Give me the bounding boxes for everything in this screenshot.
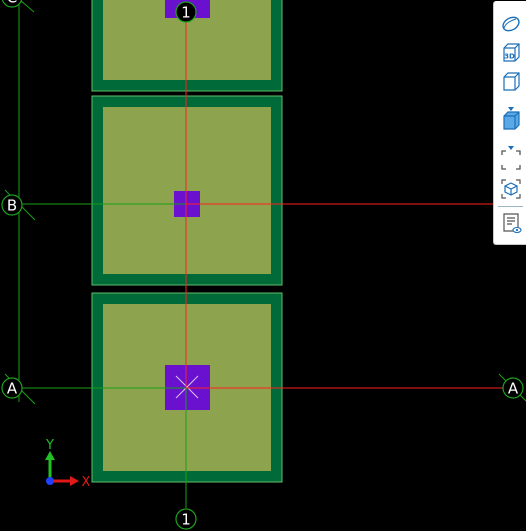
axis-a-left-bubble[interactable]: A <box>1 377 23 399</box>
view-cube-dropdown-chevron-down-icon[interactable] <box>507 97 515 111</box>
toolbar-divider <box>498 206 523 207</box>
ucs-y-label: Y <box>45 438 54 453</box>
view-toolbar: 3D <box>493 1 526 245</box>
footing-middle[interactable] <box>91 95 283 286</box>
3d-view-label: 3D <box>504 53 515 61</box>
axis-a-right-bubble[interactable]: A <box>502 377 524 399</box>
axis-b-left-bubble[interactable]: B <box>1 194 23 216</box>
orbit-icon[interactable] <box>497 11 525 37</box>
axis-a-left-label: A <box>7 380 18 398</box>
drawing-viewport[interactable]: 1 1 B A A C Y X <box>0 0 526 531</box>
view-cube-icon[interactable] <box>497 69 525 95</box>
axis-b-left-label: B <box>7 197 17 215</box>
axis-1-bottom-label: 1 <box>181 511 191 529</box>
shaded-box-dropdown-chevron-down-icon[interactable] <box>507 136 515 150</box>
zoom-extents-icon[interactable] <box>497 147 525 173</box>
axis-1-bottom-bubble[interactable]: 1 <box>175 508 197 530</box>
axis-a-right-label: A <box>508 380 519 398</box>
isolate-object-icon[interactable] <box>497 176 525 202</box>
axis-1-top-label: 1 <box>181 4 191 22</box>
properties-view-icon[interactable] <box>497 211 525 237</box>
axis-1-top-bubble[interactable]: 1 <box>175 1 197 23</box>
shaded-box-icon[interactable] <box>497 108 525 134</box>
ucs-x-label: X <box>82 475 91 490</box>
axis-c-left-label: C <box>7 0 17 7</box>
3d-view-icon[interactable]: 3D <box>497 40 525 66</box>
